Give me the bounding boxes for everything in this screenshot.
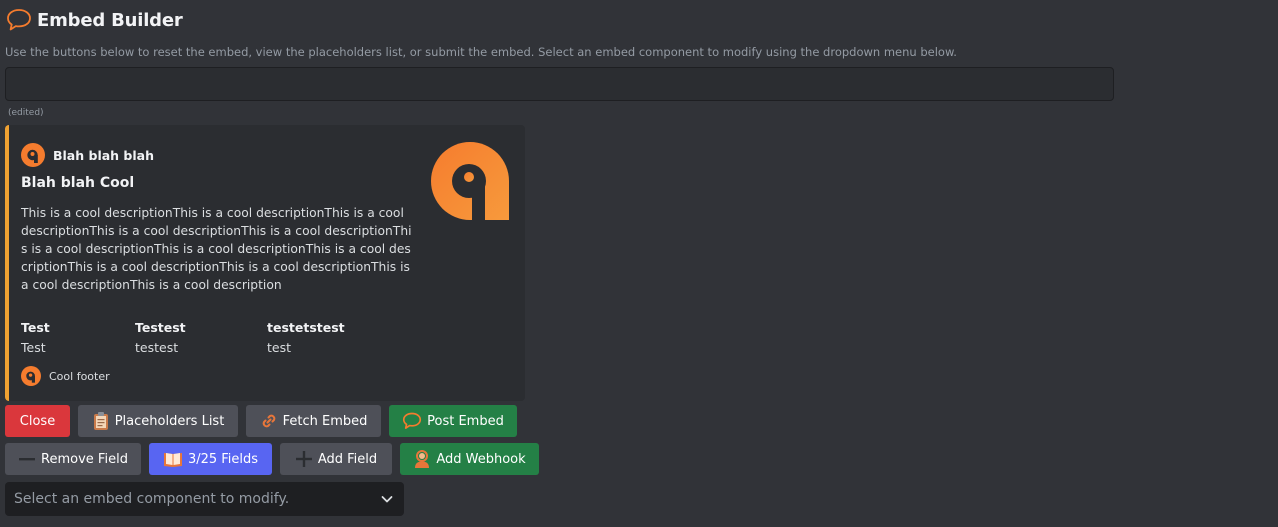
field-name: testetstest: [267, 320, 345, 335]
field-value: testest: [135, 340, 179, 355]
embed-field: Test Test: [21, 320, 135, 356]
message-content-box: [5, 67, 1114, 101]
placeholders-list-label: Placeholders List: [114, 413, 225, 429]
remove-field-label: Remove Field: [41, 451, 128, 467]
speech-bubble-icon: [7, 9, 31, 31]
plus-icon: [295, 451, 312, 467]
chevron-down-icon: [381, 496, 393, 503]
instructions-text: Use the buttons below to reset the embed…: [5, 45, 957, 59]
field-name: Test: [21, 320, 50, 335]
add-field-button[interactable]: Add Field: [280, 443, 392, 475]
close-button[interactable]: Close: [5, 405, 70, 437]
link-icon: [262, 414, 275, 428]
embed-component-select[interactable]: Select an embed component to modify.: [5, 482, 404, 516]
page-title: Embed Builder: [37, 9, 183, 31]
thumbnail-logo-icon: [431, 142, 509, 220]
embed-author-name: Blah blah blah: [53, 147, 154, 163]
footer-logo-icon: [21, 366, 41, 386]
post-embed-button[interactable]: Post Embed: [389, 405, 517, 437]
speech-bubble-icon: [403, 412, 422, 429]
edited-label: (edited): [8, 108, 44, 118]
person-icon: [415, 450, 430, 468]
placeholders-list-button[interactable]: Placeholders List: [78, 405, 238, 437]
embed-author: Blah blah blah: [21, 143, 154, 167]
author-logo-icon: [21, 143, 45, 167]
embed-description: This is a cool descriptionThis is a cool…: [21, 206, 412, 292]
book-icon: [163, 453, 182, 467]
field-count-button[interactable]: 3/25 Fields: [149, 443, 272, 475]
field-value: test: [267, 340, 292, 355]
select-placeholder: Select an embed component to modify.: [14, 491, 290, 507]
header: Embed Builder: [6, 8, 183, 32]
embed-fields: Test Test Testest testest testetstest te…: [21, 320, 407, 356]
embed-field: testetstest test: [267, 320, 407, 356]
remove-field-button[interactable]: Remove Field: [5, 443, 141, 475]
add-webhook-label: Add Webhook: [436, 451, 526, 467]
embed-field: Testest testest: [135, 320, 267, 356]
field-name: Testest: [135, 320, 186, 335]
post-embed-label: Post Embed: [427, 413, 504, 429]
add-field-label: Add Field: [317, 451, 378, 467]
embed-footer: Cool footer: [21, 366, 110, 386]
fetch-embed-button[interactable]: Fetch Embed: [246, 405, 381, 437]
fetch-embed-label: Fetch Embed: [282, 413, 368, 429]
embed-footer-text: Cool footer: [49, 369, 110, 383]
embed-preview: Blah blah blah Blah blah Cool This is a …: [5, 125, 525, 401]
field-count-label: 3/25 Fields: [187, 451, 259, 467]
close-button-label: Close: [19, 413, 56, 429]
field-value: Test: [21, 340, 46, 355]
clipboard-icon: [93, 412, 108, 430]
embed-title: Blah blah Cool: [21, 175, 135, 191]
add-webhook-button[interactable]: Add Webhook: [400, 443, 539, 475]
minus-icon: [19, 458, 36, 461]
